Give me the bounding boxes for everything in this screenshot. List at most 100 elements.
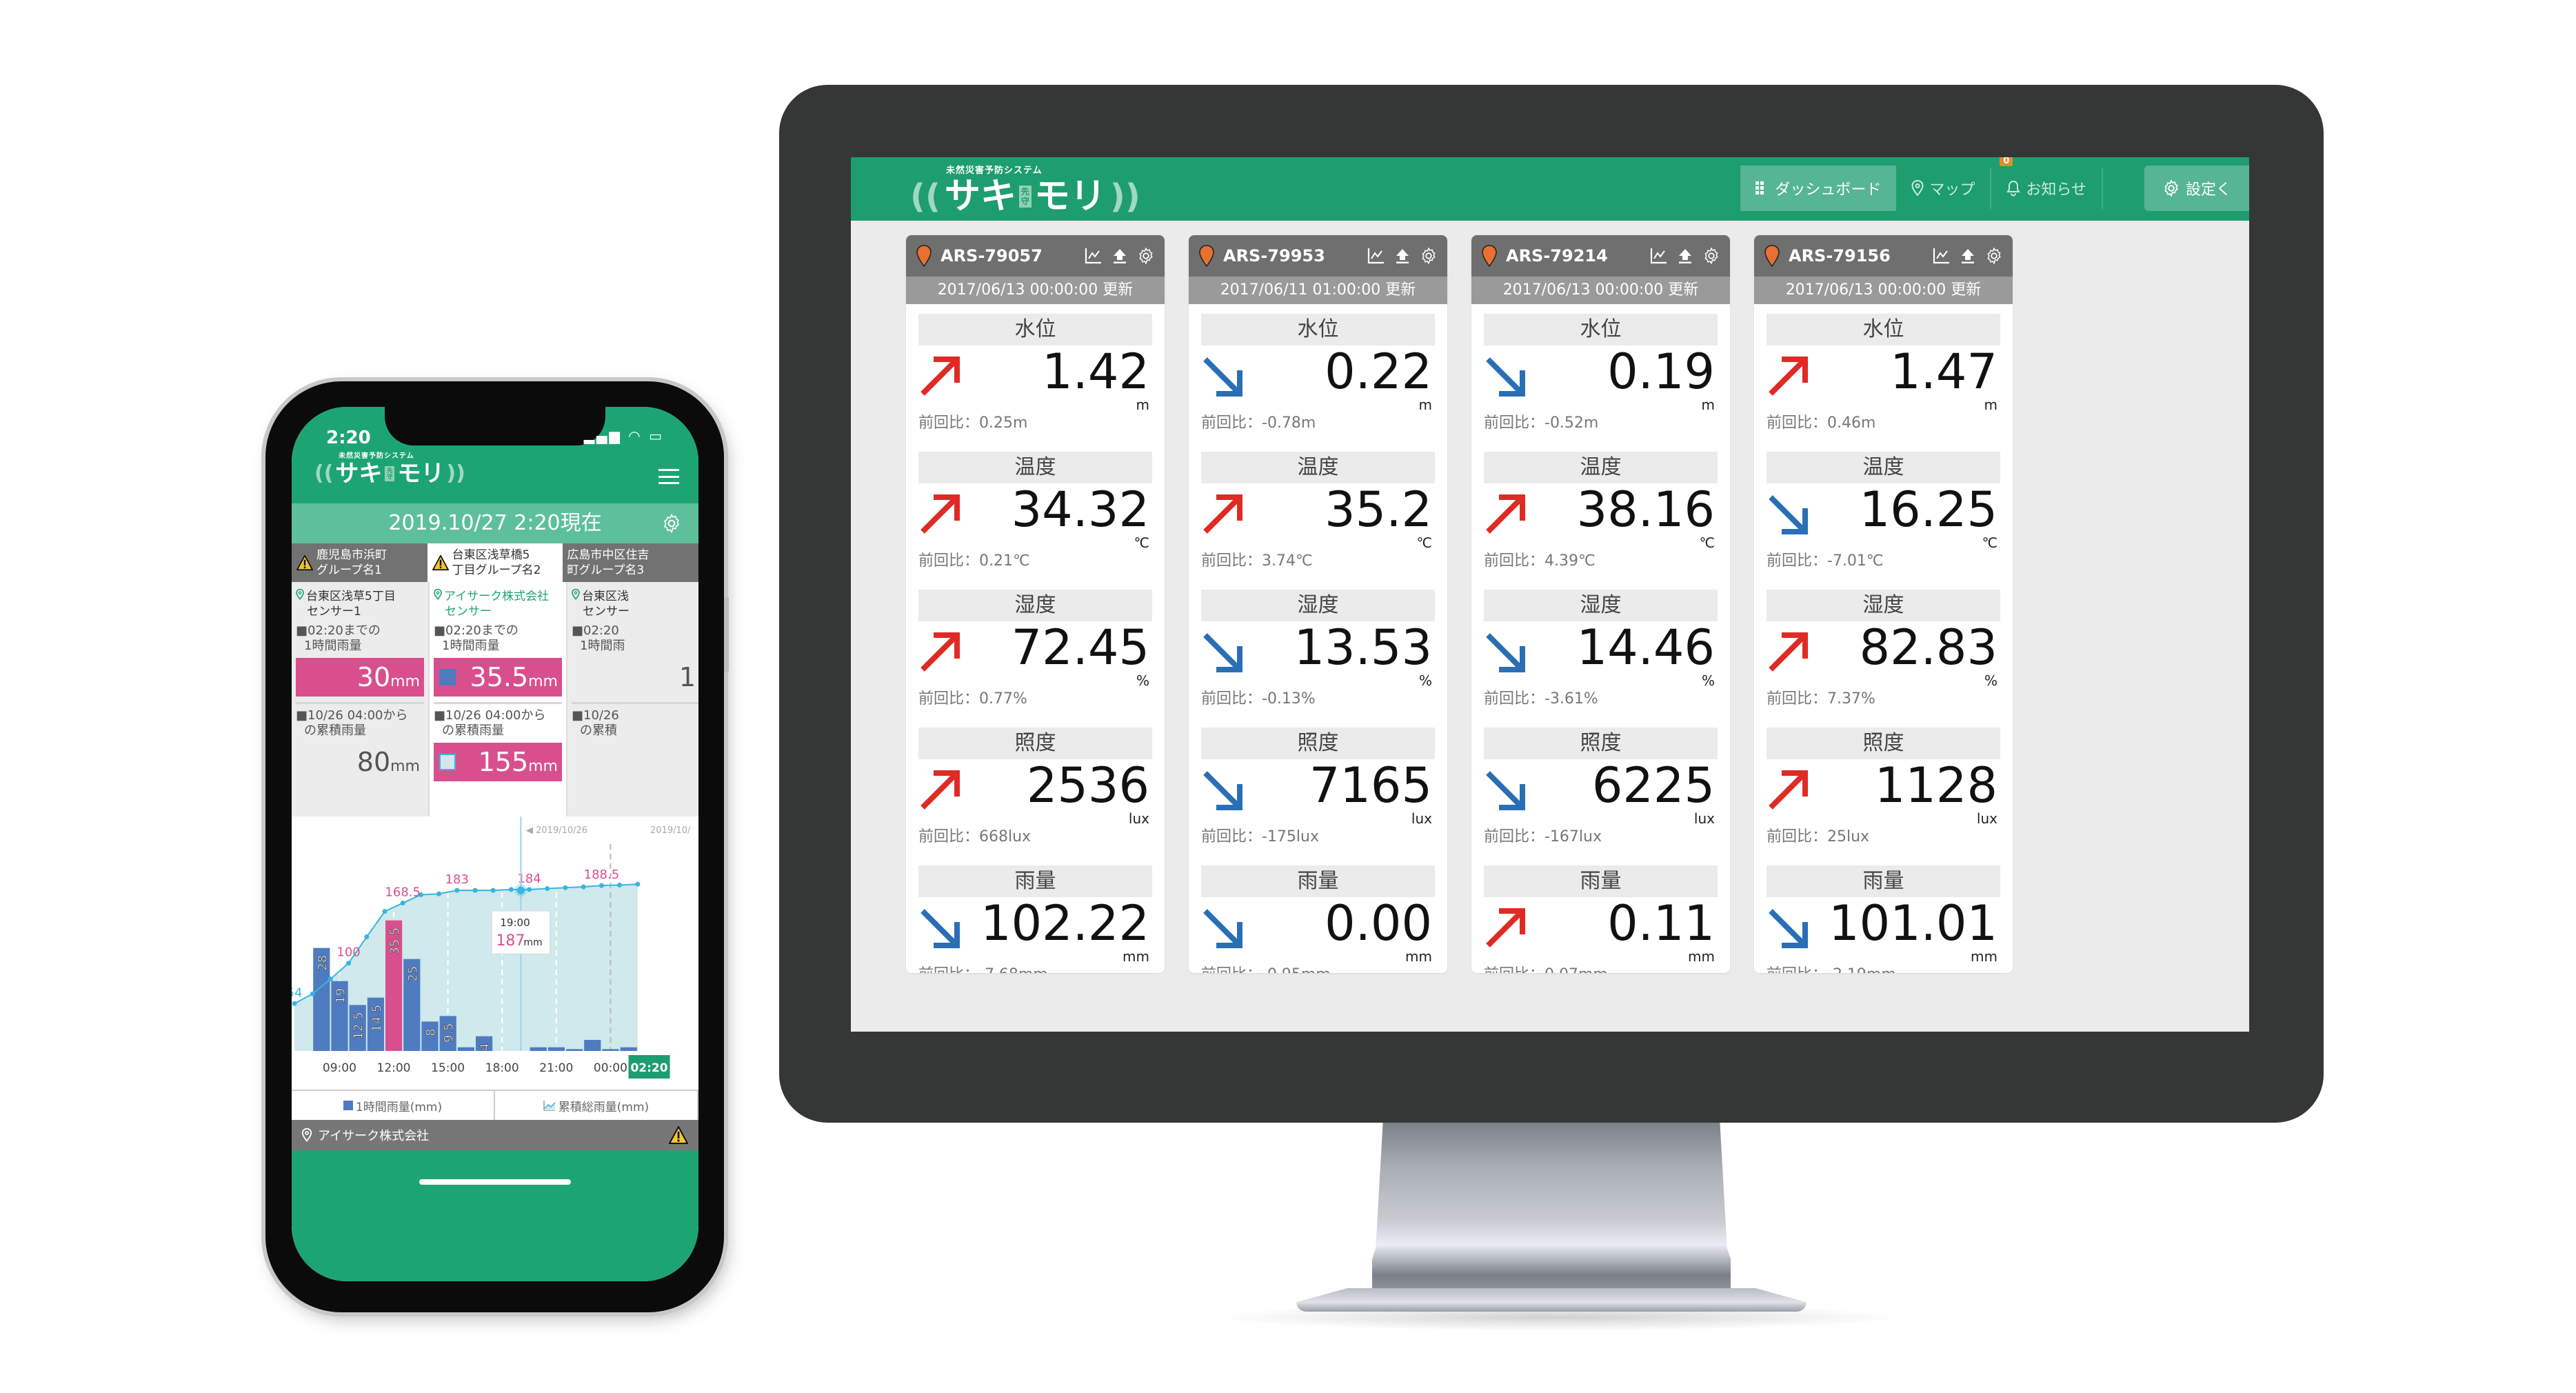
hourly-bar[interactable] [457, 1047, 474, 1051]
warning-icon[interactable] [668, 1125, 689, 1145]
chart-icon[interactable] [1650, 248, 1668, 264]
cumulative-point[interactable] [436, 891, 442, 896]
divider [296, 702, 424, 704]
cumulative-point[interactable] [563, 885, 568, 890]
chart-icon[interactable] [1367, 248, 1385, 264]
group-tab[interactable]: 広島市中区住吉 町グループ名3 [563, 543, 698, 582]
cumulative-point[interactable] [346, 961, 352, 966]
location-pin-icon[interactable] [1198, 245, 1215, 267]
gear-icon[interactable] [1985, 247, 2003, 265]
bell-icon [2006, 180, 2021, 197]
chart-icon[interactable] [1933, 248, 1951, 264]
chart-icon[interactable] [1085, 248, 1103, 264]
hourly-bar[interactable] [530, 1047, 547, 1051]
card-header: ARS-79156 [1754, 235, 2013, 277]
cumulative-point[interactable] [545, 886, 550, 892]
nav-dashboard[interactable]: ダッシュボード [1740, 166, 1897, 211]
nav-map[interactable]: マップ [1896, 166, 1990, 211]
location-pin-icon[interactable] [1481, 245, 1498, 267]
hourly-bar[interactable] [566, 1049, 583, 1051]
location-footer[interactable]: アイサーク株式会社 [292, 1120, 698, 1150]
home-indicator[interactable] [419, 1179, 571, 1185]
cumulative-point[interactable] [472, 888, 478, 893]
cumulative-point[interactable] [617, 882, 623, 888]
x-tick-label: 21:00 [539, 1061, 573, 1075]
hourly-bar[interactable] [620, 1047, 637, 1051]
cumulative-point[interactable] [635, 881, 641, 887]
point-value-label: 168.5 [385, 885, 421, 900]
hourly-bar[interactable] [602, 1049, 619, 1051]
gear-icon[interactable] [1137, 247, 1155, 265]
mobile-logo[interactable]: 未然災害予防システム (( サキ 先守 モリ )) [312, 450, 467, 488]
settings-button[interactable]: 設定く [2144, 166, 2249, 211]
metric-unit: mm [1688, 948, 1715, 965]
selected-point[interactable] [516, 886, 525, 894]
upload-icon[interactable] [1395, 248, 1410, 264]
hourly-number: 30 [356, 662, 391, 692]
trend-up-arrow-icon [1769, 770, 1808, 810]
settings-label: 設定く [2185, 181, 2231, 199]
cumulative-point[interactable] [382, 909, 388, 914]
metric-unit: ℃ [1416, 534, 1432, 551]
cumulative-point[interactable] [310, 991, 315, 996]
main-nav: ダッシュボード マップ 0 お知らせ 設定く [1740, 157, 2249, 211]
sensor-tile[interactable]: 台東区浅 センサー ■02:20 1時間雨 1 ■10/26 の累積 [567, 582, 698, 816]
chart-legend: 1時間雨量(mm) 累積総雨量(mm) [292, 1090, 698, 1120]
metric-label: 湿度 [1201, 590, 1435, 621]
cumulative-point[interactable] [328, 976, 333, 982]
metric-block: 照度 7165 lux 前回比：-175lux [1189, 728, 1447, 856]
gear-icon[interactable] [661, 513, 682, 534]
hamburger-menu-icon[interactable] [658, 469, 679, 484]
metric-label: 温度 [1484, 452, 1718, 483]
metric-block: 雨量102.22mm前回比：-7.68mm [906, 865, 1165, 973]
cumulative-point[interactable] [490, 888, 496, 893]
metric-label: 温度 [918, 452, 1152, 483]
logo-subtitle: 未然災害予防システム [946, 166, 1043, 176]
metric-value: 1128 [1874, 757, 1998, 814]
logo-subtitle: 未然災害予防システム [339, 452, 414, 460]
gear-icon[interactable] [1702, 247, 1720, 265]
date-label-prev[interactable]: ◀ 2019/10/26 [526, 825, 587, 836]
logo-badge: 先守 [385, 466, 395, 481]
date-label-next[interactable]: 2019/10/ [650, 825, 691, 836]
upload-icon[interactable] [1678, 248, 1693, 264]
rainfall-chart[interactable]: 281912.514.535.52589.5454100168.51831841… [292, 816, 698, 1090]
current-datetime: 2019.10/27 2:20現在 [388, 511, 602, 535]
metric-block: 水位 0.19 m 前回比：-0.52m [1471, 314, 1730, 442]
cumulative-point[interactable] [292, 1001, 297, 1006]
logo[interactable]: 未然災害予防システム (( サキ 先守 モリ )) [906, 163, 1145, 217]
tooltip-value: 187 [496, 932, 525, 950]
legend-cumulative[interactable]: 累積総雨量(mm) [495, 1091, 698, 1120]
trend-up-arrow-icon [920, 357, 960, 396]
upload-icon[interactable] [1112, 248, 1127, 264]
sensor-tile[interactable]: アイサーク株式会社 センサー ■02:20までの 1時間雨量 35.5mm ■10/26 … [430, 582, 567, 816]
cumulative-point[interactable] [454, 888, 460, 893]
location-pin-icon[interactable] [916, 245, 932, 267]
sensor-tile[interactable]: 台東区浅草5丁目 センサー1 ■02:20までの 1時間雨量 30mm ■10/26 04… [292, 582, 430, 816]
cumulative-point[interactable] [364, 934, 370, 940]
cumulative-point[interactable] [400, 901, 405, 906]
sensor-id: ARS-79057 [940, 246, 1043, 265]
cumulative-point[interactable] [598, 883, 604, 888]
location-pin-icon[interactable] [1764, 245, 1780, 267]
cumulative-point[interactable] [527, 887, 532, 892]
nav-notifications[interactable]: 0 お知らせ [1991, 157, 2102, 211]
group-tab[interactable]: 台東区浅草橋5 丁目グループ名2 [427, 543, 563, 582]
cumulative-point[interactable] [581, 884, 586, 890]
cumulative-point[interactable] [508, 887, 514, 892]
x-tick-label: 09:00 [323, 1061, 356, 1075]
legend-hourly[interactable]: 1時間雨量(mm) [292, 1091, 495, 1120]
metric-label: 水位 [1201, 314, 1435, 345]
group-tab[interactable]: 鹿児島市浜町 グループ名1 [292, 543, 427, 582]
metric-block: 湿度 82.83% 前回比：7.37% [1754, 590, 2013, 718]
metric-value: 14.46 [1576, 619, 1715, 676]
metric-block: 温度 35.2 ℃ 前回比：3.74℃ [1189, 452, 1447, 580]
gear-icon[interactable] [1420, 247, 1438, 265]
hourly-value: 1 [572, 658, 698, 696]
bar-value-label: 25 [405, 966, 420, 982]
metric-block: 照度 6225 lux 前回比：-167lux [1471, 728, 1730, 856]
metric-unit: lux [1128, 810, 1149, 827]
upload-icon[interactable] [1960, 248, 1975, 264]
hourly-bar[interactable] [547, 1047, 565, 1051]
hourly-bar[interactable] [584, 1040, 601, 1051]
